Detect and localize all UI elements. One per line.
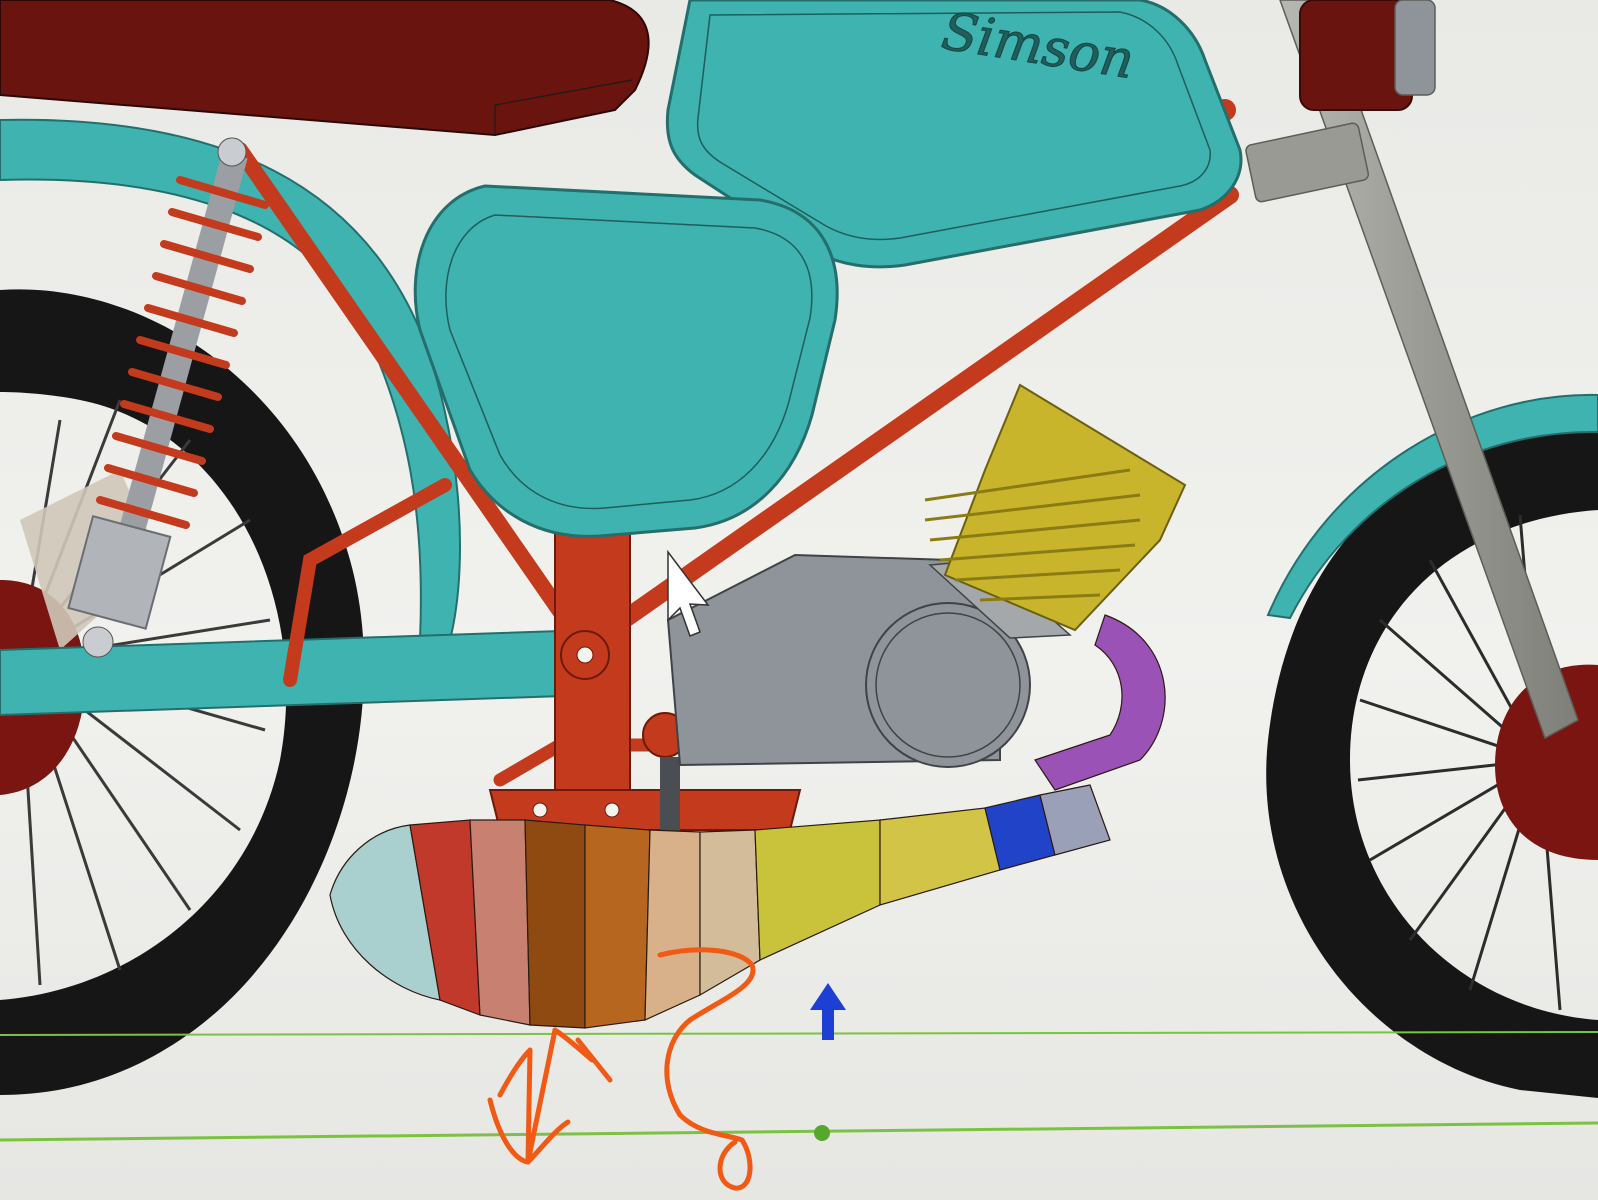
mount-hole: [532, 802, 548, 818]
up-arrow-icon[interactable]: [810, 983, 846, 1040]
front-wheel[interactable]: [1266, 393, 1598, 1098]
reference-point[interactable]: [814, 1125, 830, 1141]
exhaust-segment-4: [524, 819, 586, 1029]
exhaust-segment-9: [879, 807, 1001, 906]
annotation-double-arrow: [487, 1027, 595, 1165]
headlight-rim: [1394, 0, 1436, 96]
shock-bottom-eye: [82, 626, 114, 658]
shock-top-eye: [217, 137, 247, 167]
ground-plane-upper[interactable]: [0, 1031, 1598, 1036]
exhaust-segment-6: [644, 829, 701, 1021]
annotation-tick: [575, 1037, 613, 1083]
exhaust-segment-5: [584, 824, 651, 1029]
exhaust-segment-3: [469, 819, 531, 1026]
side-cover-body[interactable]: [413, 184, 839, 538]
pivot-bolt-hole: [576, 646, 594, 664]
motorcycle-model[interactable]: Simson: [0, 0, 1598, 1200]
exhaust-segment-8: [754, 819, 881, 961]
front-fork[interactable]: [1245, 0, 1579, 740]
exhaust-header[interactable]: [1034, 614, 1166, 791]
cad-viewport[interactable]: Simson: [0, 0, 1598, 1200]
side-cover[interactable]: [413, 184, 839, 538]
kickstart-shaft: [660, 757, 680, 842]
seat[interactable]: [0, 0, 650, 137]
mount-hole-2: [604, 802, 620, 818]
ground-plane-lower[interactable]: [0, 1121, 1598, 1142]
